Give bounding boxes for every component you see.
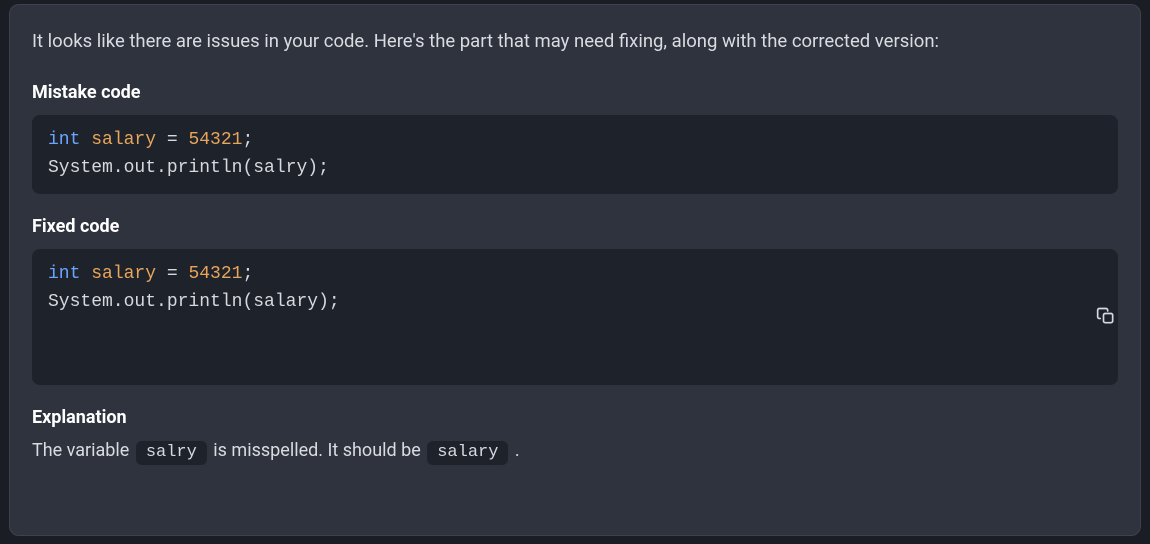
explanation-title: Explanation [32,407,1118,428]
code-punct: ( [242,292,253,312]
copy-button[interactable] [1078,304,1104,330]
explain-fragment: The variable [32,440,134,461]
mistake-code-block: int salary = 54321; System.out.println(s… [32,115,1118,195]
code-call: System.out.println [48,158,242,178]
code-keyword: int [48,130,80,150]
code-variable: salary [91,264,156,284]
intro-text: It looks like there are issues in your c… [32,27,1118,56]
code-punct: ) [307,158,318,178]
inline-code: salry [136,441,207,465]
fixed-title: Fixed code [32,216,1118,237]
code-number: 54321 [188,130,242,150]
code-punct: ; [242,130,253,150]
code-feedback-panel: It looks like there are issues in your c… [9,4,1141,536]
code-punct: ; [242,264,253,284]
code-call: System.out.println [48,292,242,312]
explain-fragment: is misspelled. It should be [209,440,425,461]
explanation-text: The variable salry is misspelled. It sho… [32,440,1118,465]
mistake-title: Mistake code [32,82,1118,103]
code-punct: ; [329,292,340,312]
code-punct: ) [318,292,329,312]
copy-icon [1066,291,1116,344]
code-arg: salary [253,292,318,312]
code-keyword: int [48,264,80,284]
code-punct: = [156,130,188,150]
code-punct: ; [318,158,329,178]
explain-fragment: . [510,440,519,461]
code-arg: salry [253,158,307,178]
code-number: 54321 [188,264,242,284]
code-punct: = [156,264,188,284]
code-variable: salary [91,130,156,150]
fixed-code-block: int salary = 54321; System.out.println(s… [32,249,1118,385]
code-punct: ( [242,158,253,178]
inline-code: salary [427,441,508,465]
